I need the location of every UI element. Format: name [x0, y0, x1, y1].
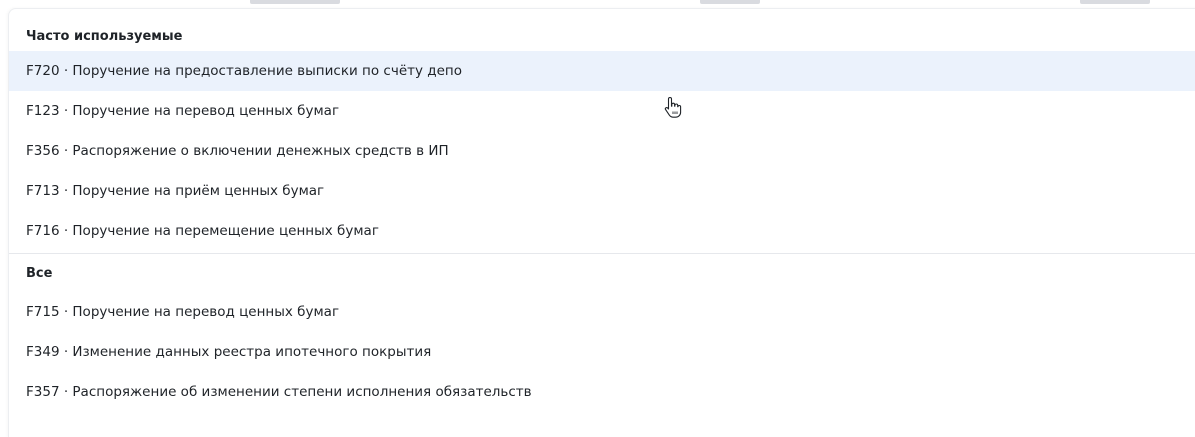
section-header-all: Все — [26, 265, 53, 281]
list-item[interactable]: F356 · Распоряжение о включении денежных… — [9, 131, 1195, 171]
list-item[interactable]: F357 · Распоряжение об изменении степени… — [9, 372, 1195, 412]
background-fragment — [700, 0, 760, 4]
section-header-frequent: Часто используемые — [26, 28, 183, 44]
background-fragment — [1080, 0, 1150, 4]
order-type-dropdown: Часто используемые F720 · Поручение на п… — [8, 8, 1195, 437]
list-item[interactable]: F716 · Поручение на перемещение ценных б… — [9, 211, 1195, 251]
list-item[interactable]: F720 · Поручение на предоставление выпис… — [9, 51, 1195, 91]
hand-pointer-icon — [664, 96, 682, 118]
list-item[interactable]: F349 · Изменение данных реестра ипотечно… — [9, 332, 1195, 372]
background-fragment — [250, 0, 340, 4]
list-item[interactable]: F123 · Поручение на перевод ценных бумаг — [9, 91, 1195, 131]
list-item[interactable]: F715 · Поручение на перевод ценных бумаг — [9, 292, 1195, 332]
background-page-strip — [0, 0, 1195, 8]
list-item[interactable]: F713 · Поручение на приём ценных бумаг — [9, 171, 1195, 211]
